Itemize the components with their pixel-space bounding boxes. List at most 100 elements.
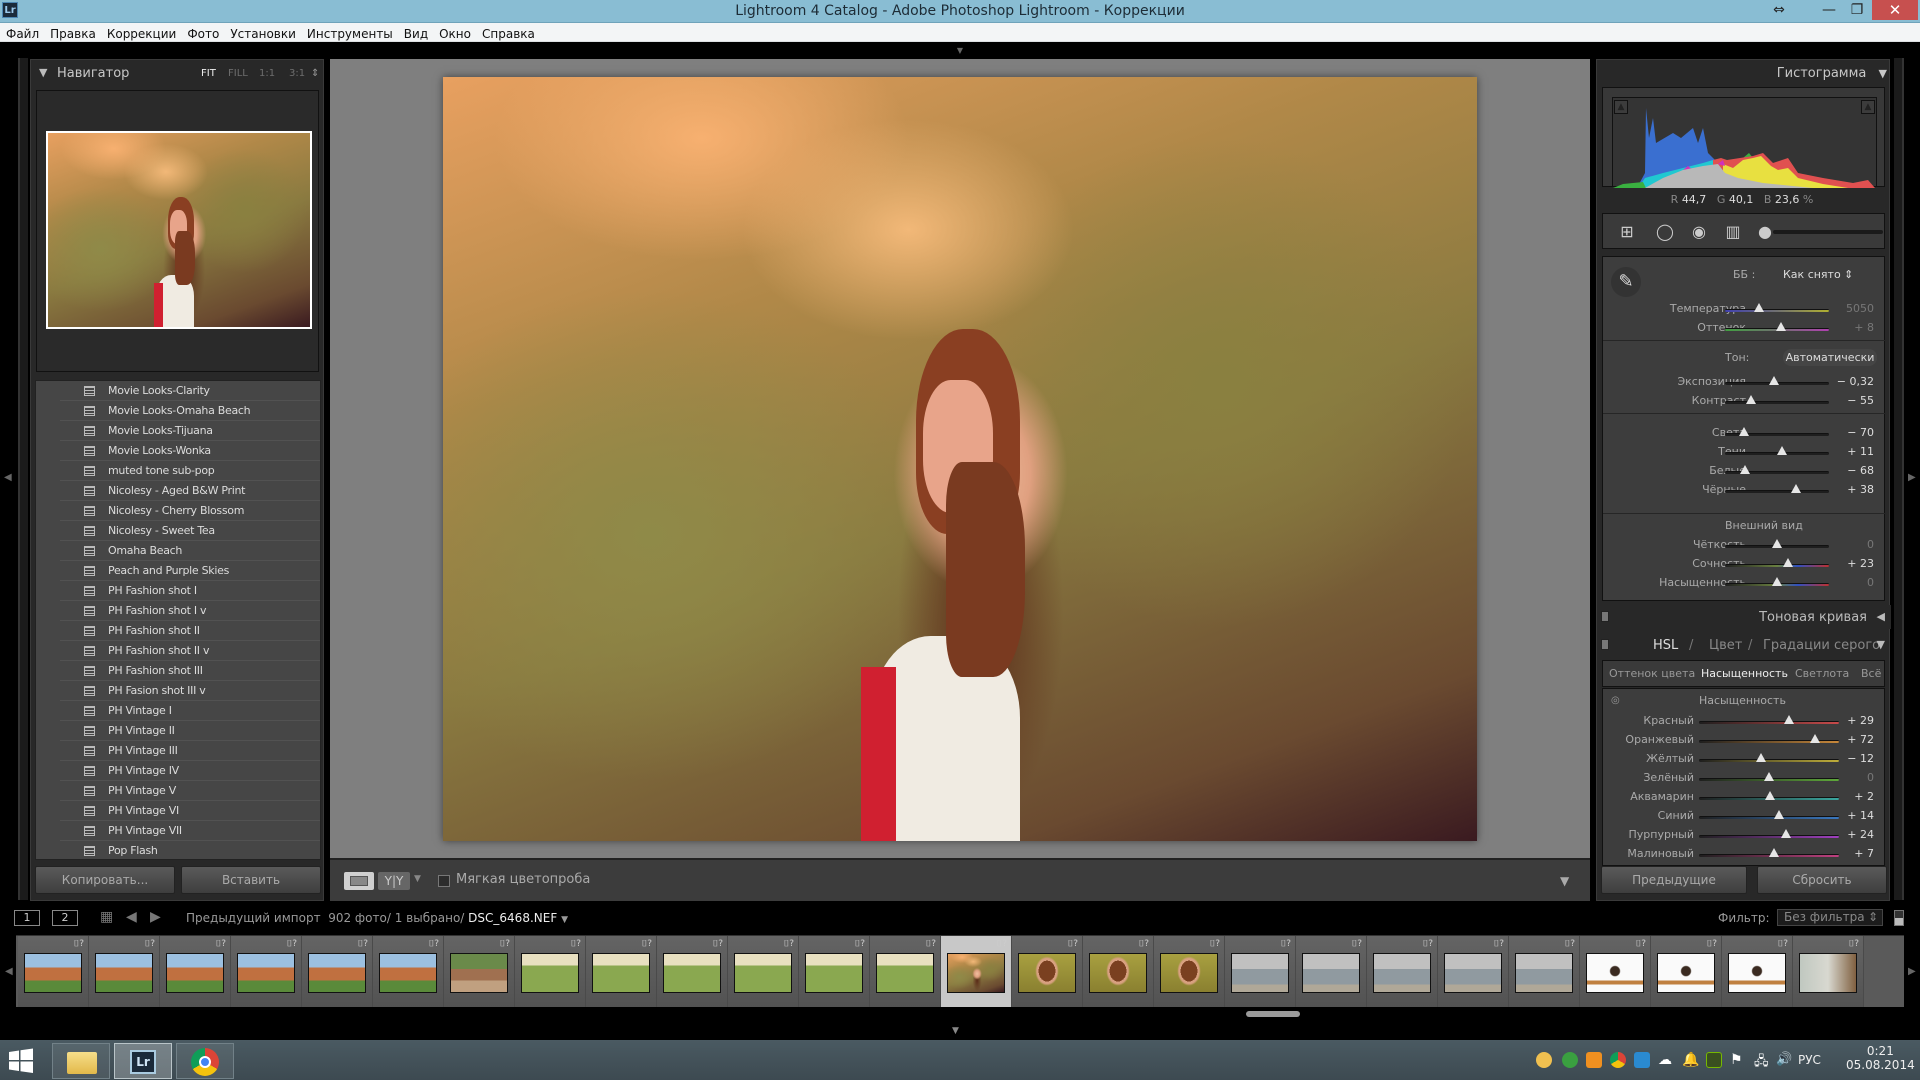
collapse-triangle-icon[interactable]: ▼ <box>1877 638 1885 651</box>
slider-thumb[interactable] <box>1746 395 1756 404</box>
filmstrip-thumbnail[interactable]: ⌷? <box>1722 936 1793 1007</box>
menu-settings[interactable]: Установки <box>224 25 301 42</box>
filmstrip-source-info[interactable]: Предыдущий импорт 902 фото/ 1 выбрано/ D… <box>186 911 568 925</box>
filter-select[interactable]: Без фильтра ⇕ <box>1777 909 1883 926</box>
menu-file[interactable]: Файл <box>0 25 44 42</box>
onedrive-icon[interactable]: ☁ <box>1658 1052 1674 1068</box>
notification-bell-icon[interactable]: 🔔 <box>1682 1052 1699 1068</box>
slider-value[interactable]: 0 <box>1867 576 1874 589</box>
brush-slider[interactable] <box>1773 230 1883 234</box>
menu-help[interactable]: Справка <box>476 25 540 42</box>
red-eye-icon[interactable]: ◉ <box>1687 222 1711 242</box>
preset-item[interactable]: muted tone sub-pop <box>60 461 320 481</box>
wb-preset-select[interactable]: Как снято ⇕ <box>1783 268 1853 281</box>
preset-item[interactable]: Peach and Purple Skies <box>60 561 320 581</box>
cloud-storage-icon[interactable] <box>1586 1052 1602 1068</box>
sync-icon[interactable] <box>1562 1052 1578 1068</box>
slider-thumb[interactable] <box>1773 810 1784 819</box>
slider-track[interactable] <box>1725 564 1829 567</box>
preset-item[interactable]: PH Vintage II <box>60 721 320 741</box>
subtab-all[interactable]: Всё <box>1861 667 1881 680</box>
color-tab[interactable]: Цвет <box>1709 638 1742 653</box>
filmstrip-thumbnail[interactable]: ⌷? <box>1367 936 1438 1007</box>
zoom-fill[interactable]: FILL <box>228 68 248 79</box>
menu-tools[interactable]: Инструменты <box>301 25 398 42</box>
preset-item[interactable]: Movie Looks-Wonka <box>60 441 320 461</box>
slider-value[interactable]: − 68 <box>1847 464 1874 477</box>
slider-thumb[interactable] <box>1765 791 1776 800</box>
slider-thumb[interactable] <box>1772 539 1782 548</box>
preset-item[interactable]: Movie Looks-Tijuana <box>60 421 320 441</box>
collapse-triangle-icon[interactable]: ▼ <box>1879 67 1887 80</box>
preset-item[interactable]: PH Fasion shot III v <box>60 681 320 701</box>
clock[interactable]: 0:21 05.08.2014 <box>1846 1044 1915 1072</box>
loupe-view-button[interactable] <box>344 872 374 890</box>
right-panel-toggle-icon[interactable]: ▶ <box>1908 472 1916 483</box>
filmstrip-thumbnail[interactable]: ⌷? <box>1296 936 1367 1007</box>
resize-icon[interactable]: ⇔ <box>1760 0 1798 20</box>
preset-item[interactable]: Nicolesy - Cherry Blossom <box>60 501 320 521</box>
filmstrip-thumbnail[interactable]: ⌷? <box>1793 936 1864 1007</box>
slider-thumb[interactable] <box>1755 753 1766 762</box>
collapse-triangle-icon[interactable]: ▼ <box>39 66 47 79</box>
preset-item[interactable]: Omaha Beach <box>60 541 320 561</box>
back-arrow-icon[interactable]: ◀ <box>126 909 137 925</box>
preset-item[interactable]: PH Vintage I <box>60 701 320 721</box>
screen-2-button[interactable]: 2 <box>52 910 78 926</box>
filmstrip-thumbnail[interactable]: ⌷? <box>1225 936 1296 1007</box>
slider-thumb[interactable] <box>1784 715 1795 724</box>
slider-thumb[interactable] <box>1776 322 1787 331</box>
slider-thumb[interactable] <box>1738 427 1749 436</box>
filmstrip-thumbnail[interactable]: ⌷? <box>1012 936 1083 1007</box>
top-panel-toggle-icon[interactable]: ▼ <box>952 46 968 55</box>
crop-overlay-icon[interactable]: ⊞ <box>1615 222 1639 242</box>
expand-triangle-icon[interactable]: ◀ <box>1877 610 1885 623</box>
targeted-adjustment-icon[interactable]: ◎ <box>1611 695 1620 706</box>
slider-value[interactable]: 5050 <box>1846 302 1874 315</box>
before-after-button[interactable]: Y|Y <box>378 872 410 890</box>
preset-item[interactable]: Pop Flash <box>60 841 320 859</box>
copy-settings-button[interactable]: Копировать... <box>35 866 175 894</box>
graduated-filter-icon[interactable]: ▥ <box>1721 222 1745 242</box>
filmstrip-left-arrow-icon[interactable]: ◀ <box>5 966 13 977</box>
slider-thumb[interactable] <box>1754 303 1765 312</box>
maximize-button[interactable]: ❐ <box>1838 0 1876 20</box>
volume-icon[interactable]: 🔊 <box>1776 1052 1792 1068</box>
before-after-dropdown-icon[interactable]: ▼ <box>414 874 421 884</box>
slider-thumb[interactable] <box>1780 829 1791 838</box>
menu-view[interactable]: Вид <box>398 25 433 42</box>
filmstrip-thumbnail[interactable]: ⌷? <box>799 936 870 1007</box>
navigator-preview[interactable] <box>46 131 312 329</box>
zoom-3-1[interactable]: 3:1 <box>289 68 305 79</box>
subtab-saturation[interactable]: Насыщенность <box>1701 667 1788 680</box>
slider-thumb[interactable] <box>1772 577 1782 586</box>
soft-proof-checkbox[interactable] <box>438 875 450 887</box>
preset-item[interactable]: PH Fashion shot I v <box>60 601 320 621</box>
filmstrip-thumbnail[interactable]: ⌷? <box>1509 936 1580 1007</box>
slider-value[interactable]: − 70 <box>1847 426 1874 439</box>
slider-thumb[interactable] <box>1783 558 1794 567</box>
slider-value[interactable]: 0 <box>1867 771 1874 784</box>
preset-item[interactable]: PH Vintage III <box>60 741 320 761</box>
histogram-graph[interactable]: ▲ ▲ <box>1612 97 1877 188</box>
chrome-tray-icon[interactable] <box>1610 1052 1626 1068</box>
slider-value[interactable]: 0 <box>1867 538 1874 551</box>
filmstrip-thumbnail[interactable]: ⌷? <box>870 936 941 1007</box>
preset-item[interactable]: PH Fashion shot I <box>60 581 320 601</box>
filmstrip-thumbnail[interactable]: ⌷? <box>1154 936 1225 1007</box>
teamviewer-icon[interactable] <box>1634 1052 1650 1068</box>
preset-item[interactable]: PH Vintage IV <box>60 761 320 781</box>
menu-develop[interactable]: Коррекции <box>101 25 182 42</box>
preset-item[interactable]: Nicolesy - Sweet Tea <box>60 521 320 541</box>
tone-curve-header[interactable]: Тоновая кривая ◀ <box>1597 605 1891 629</box>
filmstrip-right-arrow-icon[interactable]: ▶ <box>1908 966 1916 977</box>
filmstrip-thumbnail[interactable]: ⌷? <box>515 936 586 1007</box>
windows-start-icon[interactable] <box>6 1046 42 1076</box>
toolbar-options-dropdown-icon[interactable]: ▼ <box>1560 874 1569 888</box>
subtab-luminance[interactable]: Светлота <box>1795 667 1849 680</box>
slider-value[interactable]: − 55 <box>1847 394 1874 407</box>
action-center-flag-icon[interactable]: ⚑ <box>1730 1052 1746 1068</box>
nvidia-icon[interactable] <box>1706 1052 1722 1068</box>
slider-thumb[interactable] <box>1768 376 1779 385</box>
filmstrip-thumbnail[interactable]: ⌷? <box>728 936 799 1007</box>
